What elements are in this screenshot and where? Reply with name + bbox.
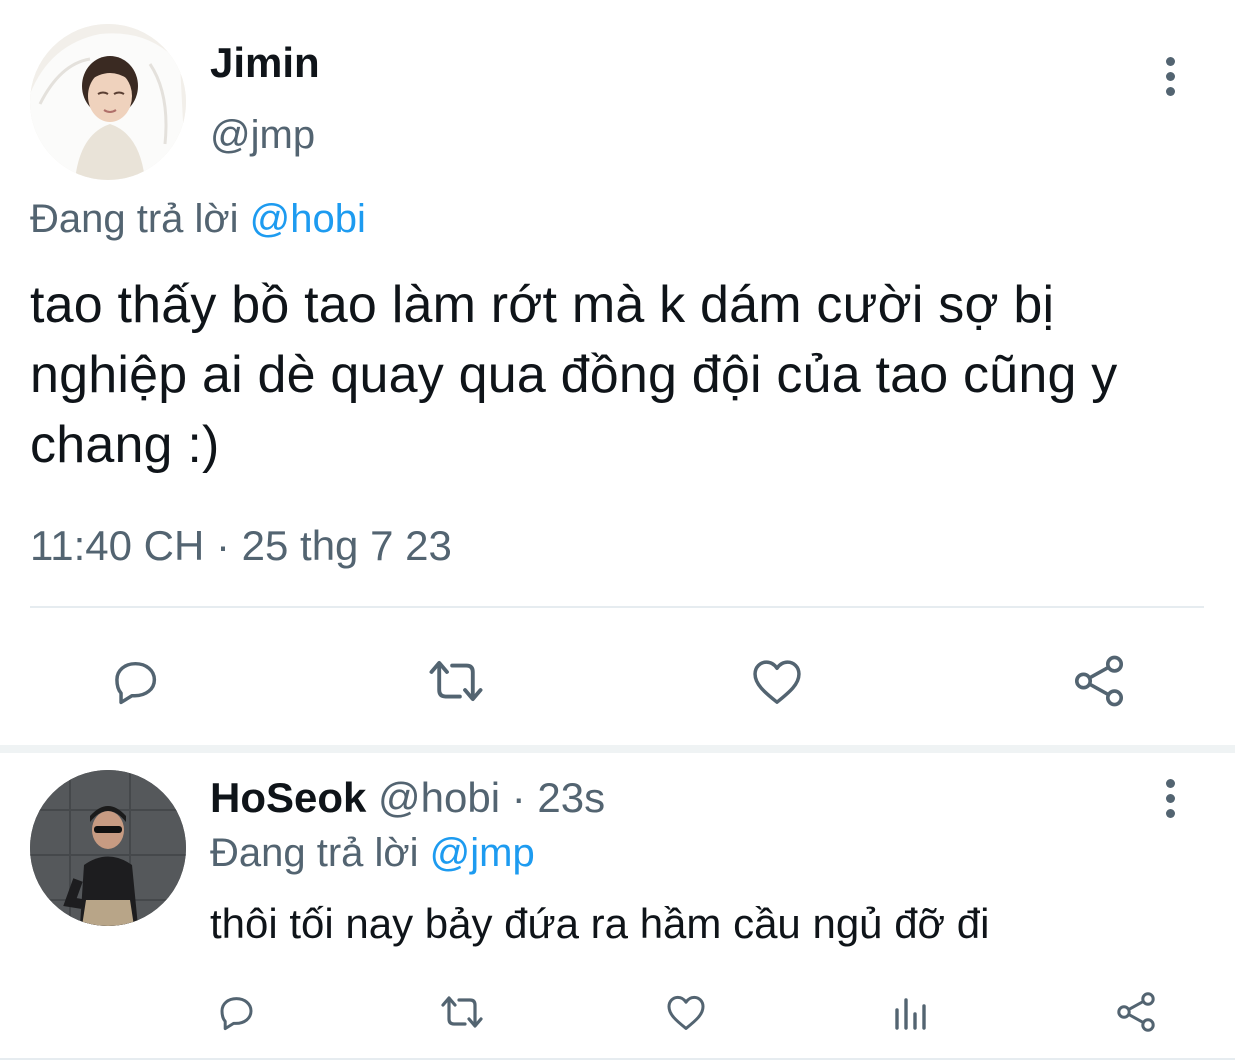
more-dot-icon: [1165, 808, 1175, 818]
header-space: [366, 774, 378, 821]
replying-to-line: Đang trả lời @hobi: [30, 192, 366, 246]
reply-icon: [220, 997, 253, 1031]
header-separator: ·: [500, 774, 538, 821]
tweet-text: tao thấy bồ tao làm rớt mà k dám cười sợ…: [30, 276, 1118, 474]
more-dot-icon: [1165, 56, 1175, 66]
share-button[interactable]: [1112, 988, 1160, 1036]
heart-icon: [753, 660, 801, 704]
reply-button[interactable]: [104, 650, 166, 712]
replying-mention-link[interactable]: @jmp: [430, 831, 535, 875]
reply-button[interactable]: [212, 988, 260, 1036]
more-dot-icon: [1165, 793, 1175, 803]
avatar-hoseok[interactable]: [30, 770, 186, 926]
views-button[interactable]: [888, 988, 936, 1036]
author-name[interactable]: HoSeok: [210, 774, 366, 821]
more-dot-icon: [1165, 778, 1175, 788]
more-options-button[interactable]: [1150, 768, 1190, 828]
more-dot-icon: [1165, 71, 1175, 81]
retweet-button[interactable]: [422, 650, 490, 712]
replying-mention-link[interactable]: @hobi: [250, 197, 366, 241]
divider: [0, 1058, 1235, 1060]
like-button[interactable]: [662, 988, 710, 1036]
share-icon: [1074, 655, 1124, 707]
share-button[interactable]: [1068, 650, 1130, 712]
divider: [30, 606, 1204, 608]
retweet-button[interactable]: [436, 988, 488, 1036]
replying-label: Đang trả lời: [30, 197, 250, 241]
heart-icon: [667, 995, 705, 1030]
reply-header: HoSeok @hobi · 23s: [210, 772, 605, 824]
views-icon: [895, 998, 926, 1030]
profile-photo-jimin: [30, 24, 186, 180]
section-divider: [0, 745, 1235, 753]
replying-label: Đang trả lời: [210, 831, 430, 875]
reply-icon: [115, 661, 157, 705]
profile-photo-hoseok: [30, 770, 186, 926]
author-name[interactable]: Jimin: [210, 38, 320, 88]
like-button[interactable]: [746, 650, 808, 712]
author-handle[interactable]: @jmp: [210, 110, 315, 160]
tweet-time-ago[interactable]: 23s: [537, 774, 605, 821]
avatar-jimin[interactable]: [30, 24, 186, 180]
retweet-icon: [429, 660, 483, 702]
more-options-button[interactable]: [1150, 46, 1190, 106]
retweet-icon: [441, 996, 483, 1028]
tweet-text: thôi tối nay bảy đứa ra hầm cầu ngủ đỡ đ…: [210, 900, 990, 947]
replying-to-line: Đang trả lời @jmp: [210, 826, 535, 880]
tweet-timestamp[interactable]: 11:40 CH · 25 thg 7 23: [30, 518, 452, 574]
more-dot-icon: [1165, 86, 1175, 96]
share-icon: [1117, 992, 1155, 1032]
author-handle[interactable]: @hobi: [378, 774, 500, 821]
